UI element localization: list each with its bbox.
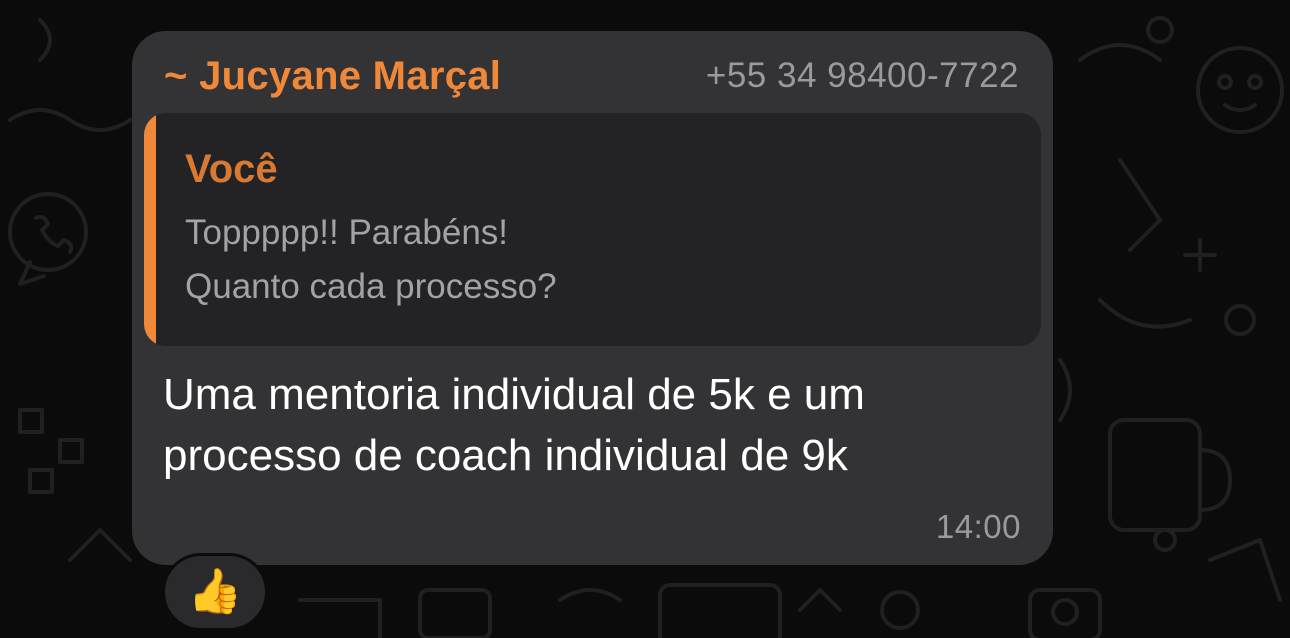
thumbs-up-icon: 👍 xyxy=(187,567,243,616)
sender-header: ~ Jucyane Marçal +55 34 98400-7722 xyxy=(164,51,1019,101)
quote-accent-bar xyxy=(144,113,156,346)
quoted-text-line: Quanto cada processo? xyxy=(185,267,557,306)
quoted-text-line: Toppppp!! Parabéns! xyxy=(185,213,509,252)
message-timestamp: 14:00 xyxy=(935,508,1021,545)
message-text-line: processo de coach individual de 9k xyxy=(163,431,848,480)
sender-phone[interactable]: +55 34 98400-7722 xyxy=(706,56,1019,96)
quoted-author: Você xyxy=(185,147,278,191)
reaction-badge[interactable]: 👍 xyxy=(162,553,268,631)
message-text: Uma mentoria individual de 5k e um proce… xyxy=(163,364,1023,486)
quoted-message[interactable]: Você Toppppp!! Parabéns! Quanto cada pro… xyxy=(144,113,1041,346)
message-bubble[interactable]: ~ Jucyane Marçal +55 34 98400-7722 Você … xyxy=(132,31,1053,565)
sender-name[interactable]: ~ Jucyane Marçal xyxy=(164,54,501,99)
message-text-line: Uma mentoria individual de 5k e um xyxy=(163,370,865,419)
